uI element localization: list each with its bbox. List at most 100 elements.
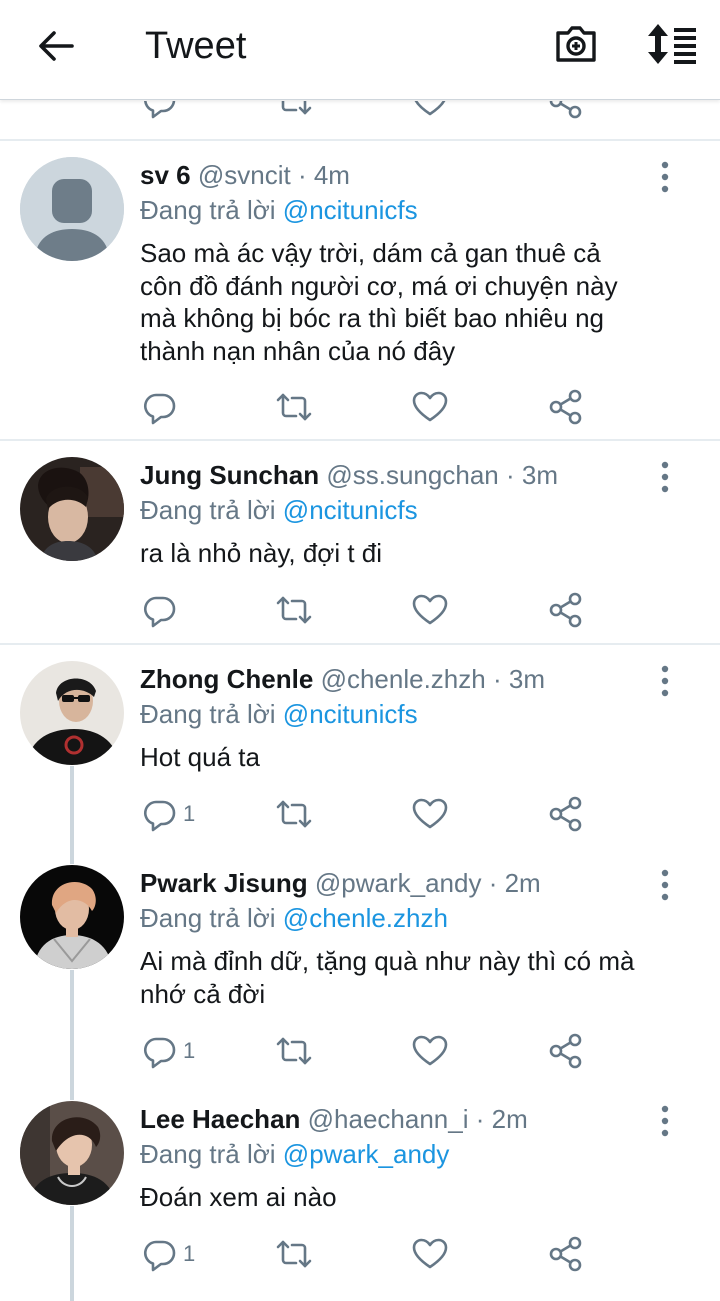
more-options-button[interactable]: [650, 1104, 680, 1138]
replying-to-label: Đang trả lời: [140, 699, 276, 729]
share-button[interactable]: [546, 387, 586, 427]
reply-button[interactable]: 1: [139, 1031, 195, 1071]
share-button[interactable]: [546, 794, 586, 834]
like-button[interactable]: [410, 101, 450, 121]
timestamp: 4m: [313, 160, 350, 190]
reply-icon: [139, 387, 179, 427]
like-button[interactable]: [410, 1234, 450, 1274]
arrow-left-icon: [39, 31, 74, 61]
camera-button[interactable]: [554, 22, 598, 66]
share-icon: [546, 1234, 586, 1274]
more-vertical-icon: [650, 664, 680, 698]
tweet-text: Sao mà ác vậy trời, dám cả gan thuê cả c…: [140, 237, 680, 367]
share-icon: [546, 387, 586, 427]
mention-link[interactable]: @ncitunicfs: [283, 699, 418, 729]
retweet-icon: [274, 590, 314, 630]
retweet-button[interactable]: [274, 1234, 314, 1274]
tweet-text-line: Hot quá ta: [140, 742, 260, 772]
retweet-button[interactable]: [274, 101, 314, 121]
like-button[interactable]: [410, 1031, 450, 1071]
top-app-bar: Tweet: [0, 0, 720, 100]
back-button[interactable]: [36, 26, 76, 66]
tweet-sv6[interactable]: sv 6 @svncit · 4m Đang trả lời @ncitunic…: [0, 141, 720, 439]
retweet-button[interactable]: [274, 794, 314, 834]
tweet-pwark-jisung[interactable]: Pwark Jisung @pwark_andy · 2m Đang trả l…: [0, 849, 720, 1085]
avatar[interactable]: [20, 1101, 124, 1205]
username[interactable]: @svncit: [198, 160, 291, 190]
username[interactable]: @ss.sungchan: [326, 460, 498, 490]
tweet-text: Hot quá ta: [140, 741, 680, 774]
heart-icon: [410, 794, 450, 834]
like-button[interactable]: [410, 387, 450, 427]
like-button[interactable]: [410, 590, 450, 630]
avatar[interactable]: [20, 157, 124, 261]
username[interactable]: @chenle.zhzh: [321, 664, 486, 694]
heart-icon: [410, 1234, 450, 1274]
replying-to-label: Đang trả lời: [140, 195, 276, 225]
tweet-header: sv 6 @svncit · 4m: [140, 158, 350, 192]
retweet-icon: [274, 1234, 314, 1274]
tweet-text: ra là nhỏ này, đợi t đi: [140, 537, 680, 570]
share-button[interactable]: [546, 590, 586, 630]
reply-button[interactable]: 1: [139, 794, 195, 834]
mention-link[interactable]: @ncitunicfs: [283, 495, 418, 525]
share-button[interactable]: [546, 1031, 586, 1071]
tweet-header: Jung Sunchan @ss.sungchan · 3m: [140, 458, 558, 492]
tweet-text-line: Sao mà ác vậy trời, dám cả gan thuê cả: [140, 238, 601, 268]
avatar[interactable]: [20, 661, 124, 765]
retweet-button[interactable]: [274, 590, 314, 630]
reply-button[interactable]: 1: [139, 1234, 195, 1274]
reply-button[interactable]: [139, 101, 179, 121]
retweet-icon: [274, 1031, 314, 1071]
display-name[interactable]: Zhong Chenle: [140, 664, 313, 694]
more-options-button[interactable]: [650, 664, 680, 698]
display-name[interactable]: Jung Sunchan: [140, 460, 319, 490]
share-icon: [546, 590, 586, 630]
timestamp: 2m: [491, 1104, 528, 1134]
sort-button[interactable]: [646, 22, 698, 66]
timestamp: 3m: [508, 664, 545, 694]
reply-icon: [139, 1234, 179, 1274]
avatar[interactable]: [20, 865, 124, 969]
mention-link[interactable]: @chenle.zhzh: [283, 903, 448, 933]
display-name[interactable]: Lee Haechan: [140, 1104, 300, 1134]
heart-icon: [410, 1031, 450, 1071]
retweet-button[interactable]: [274, 1031, 314, 1071]
replying-to-label: Đang trả lời: [140, 495, 276, 525]
display-name[interactable]: Pwark Jisung: [140, 868, 308, 898]
timestamp: 2m: [504, 868, 541, 898]
reply-count: 1: [183, 801, 196, 826]
profile-photo: [20, 661, 124, 765]
share-button[interactable]: [546, 101, 586, 121]
avatar[interactable]: [20, 457, 124, 561]
separator-dot: ·: [488, 868, 498, 898]
more-options-button[interactable]: [650, 460, 680, 494]
reply-button[interactable]: [139, 590, 179, 630]
replying-to: Đang trả lời @ncitunicfs: [140, 697, 418, 731]
profile-photo: [20, 865, 124, 969]
tweet-zhong-chenle[interactable]: Zhong Chenle @chenle.zhzh · 3m Đang trả …: [0, 645, 720, 847]
share-button[interactable]: [546, 1234, 586, 1274]
timestamp: 3m: [521, 460, 559, 490]
replying-to: Đang trả lời @chenle.zhzh: [140, 901, 448, 935]
profile-photo: [20, 457, 124, 561]
more-vertical-icon: [650, 1104, 680, 1138]
tweet-jung-sunchan[interactable]: Jung Sunchan @ss.sungchan · 3m Đang trả …: [0, 441, 720, 643]
tweet-lee-haechan[interactable]: Lee Haechan @haechann_i · 2m Đang trả lờ…: [0, 1085, 720, 1301]
more-options-button[interactable]: [650, 160, 680, 194]
reply-button[interactable]: [139, 387, 179, 427]
mention-link[interactable]: @ncitunicfs: [283, 195, 418, 225]
tweet-text: Đoán xem ai nào: [140, 1181, 680, 1214]
display-name[interactable]: sv 6: [140, 160, 191, 190]
default-avatar-icon: [20, 157, 124, 261]
mention-link[interactable]: @pwark_andy: [283, 1139, 450, 1169]
replying-to-label: Đang trả lời: [140, 903, 276, 933]
more-options-button[interactable]: [650, 868, 680, 902]
tweet-text-line: Đoán xem ai nào: [140, 1182, 337, 1212]
retweet-button[interactable]: [274, 387, 314, 427]
tweet-text-line: ra là nhỏ này, đợi t đi: [140, 538, 383, 568]
username[interactable]: @pwark_andy: [315, 868, 482, 898]
like-button[interactable]: [410, 794, 450, 834]
tweet-header: Pwark Jisung @pwark_andy · 2m: [140, 866, 541, 900]
username[interactable]: @haechann_i: [308, 1104, 469, 1134]
